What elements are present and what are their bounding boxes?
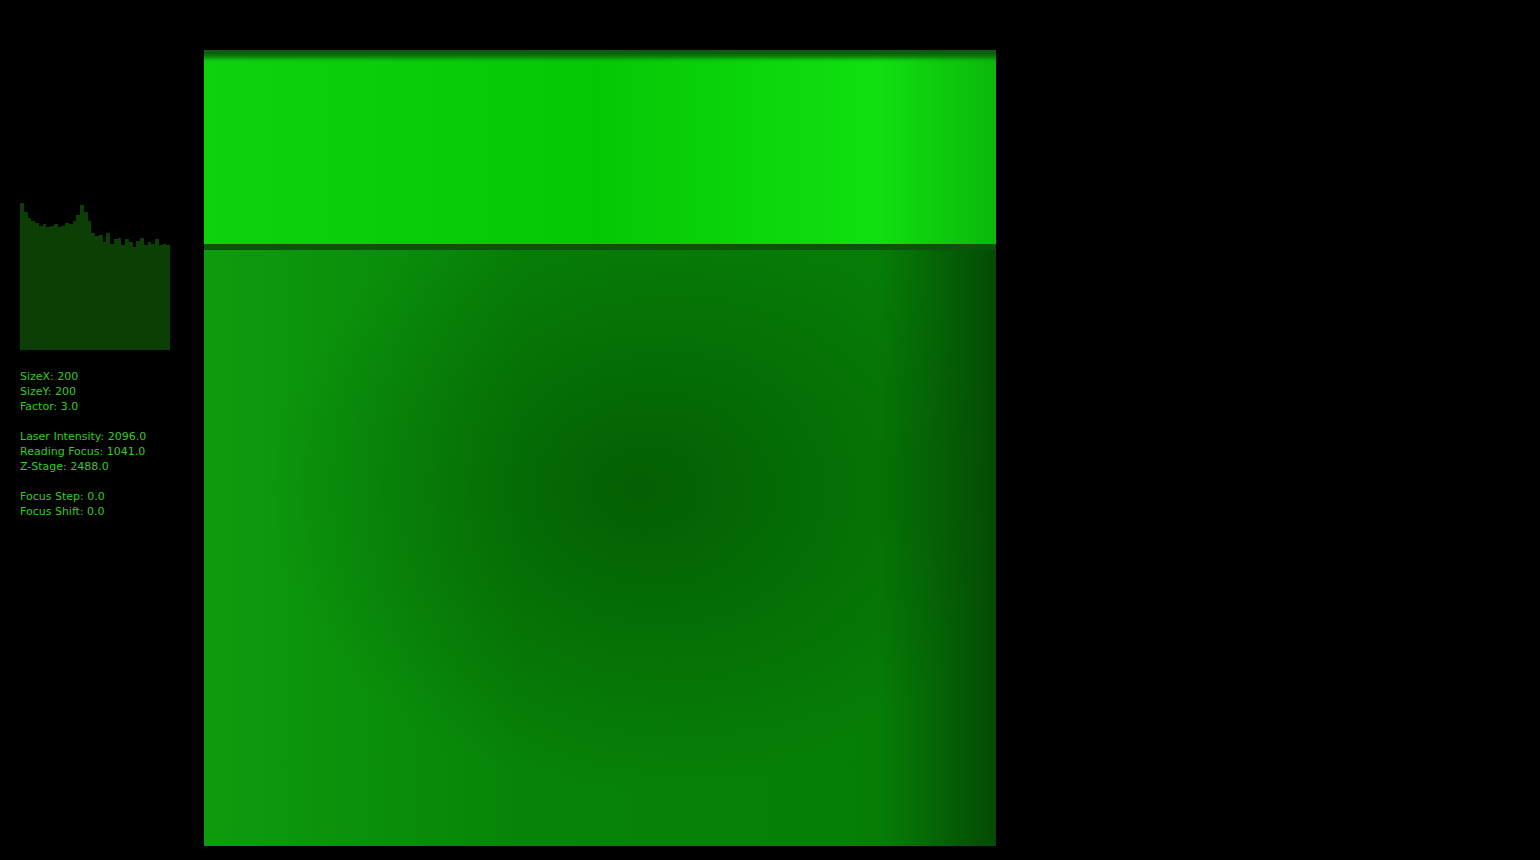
scan-lower-area [204, 250, 996, 846]
info-line: SizeX: 200 [20, 369, 170, 384]
info-group: SizeX: 200SizeY: 200Factor: 3.0 [20, 369, 170, 414]
info-list: SizeX: 200SizeY: 200Factor: 3.0 Laser Int… [20, 369, 170, 519]
info-line: Reading Focus: 1041.0 [20, 444, 170, 459]
info-line: Focus Step: 0.0 [20, 489, 170, 504]
scanner-screen: SizeX: 200SizeY: 200Factor: 3.0 Laser Int… [0, 0, 1540, 860]
scan-top-band [204, 50, 996, 250]
histogram-chart [20, 200, 170, 350]
info-line: SizeY: 200 [20, 384, 170, 399]
info-line: Factor: 3.0 [20, 399, 170, 414]
info-line: Z-Stage: 2488.0 [20, 459, 170, 474]
histogram-bar [166, 245, 170, 350]
side-panel: SizeX: 200SizeY: 200Factor: 3.0 Laser Int… [20, 200, 170, 519]
info-line: Laser Intensity: 2096.0 [20, 429, 170, 444]
info-line: Focus Shift: 0.0 [20, 504, 170, 519]
info-group: Laser Intensity: 2096.0Reading Focus: 10… [20, 429, 170, 474]
info-group: Focus Step: 0.0Focus Shift: 0.0 [20, 489, 170, 519]
microscope-frame [204, 50, 996, 846]
